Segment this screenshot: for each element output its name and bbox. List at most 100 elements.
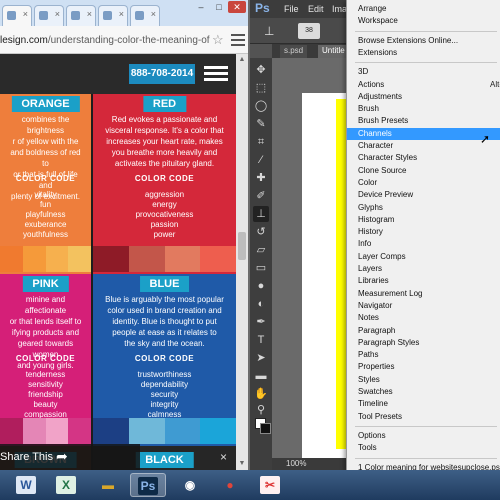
minimize-icon[interactable]: –	[194, 2, 208, 12]
tab-close-icon[interactable]: ×	[151, 9, 156, 19]
type-tool-icon[interactable]: T	[253, 332, 269, 348]
ps-doc-tab[interactable]: s.psd	[280, 45, 308, 58]
share-arrow-icon[interactable]: ➦	[56, 448, 68, 465]
menu-item-browse-extensions-online[interactable]: Browse Extensions Online...	[347, 35, 500, 47]
background-color-swatch[interactable]	[260, 423, 271, 434]
menu-item-tools[interactable]: Tools	[347, 442, 500, 454]
ps-menu-edit[interactable]: Edit	[308, 4, 324, 14]
eraser-tool-icon[interactable]: ▱	[253, 242, 269, 258]
pen-tool-icon[interactable]: ✒	[253, 314, 269, 330]
menu-item-clone-source[interactable]: Clone Source	[347, 165, 500, 177]
scroll-up-icon[interactable]: ▲	[236, 54, 248, 66]
menu-item-history[interactable]: History	[347, 226, 500, 238]
menu-item-layer-comps[interactable]: Layer Comps	[347, 251, 500, 263]
crop-tool-icon[interactable]: ⌗	[253, 134, 269, 150]
brush-tool-icon[interactable]: ✐	[253, 188, 269, 204]
taskbar-obs-icon[interactable]: ◉	[172, 473, 208, 497]
gradient-tool-icon[interactable]: ▭	[253, 260, 269, 276]
menu-item-character-styles[interactable]: Character Styles	[347, 152, 500, 164]
menu-item-tool-presets[interactable]: Tool Presets	[347, 411, 500, 423]
hand-tool-icon[interactable]: ✋	[253, 386, 269, 402]
menu-item-libraries[interactable]: Libraries	[347, 275, 500, 287]
dodge-tool-icon[interactable]: ◐	[253, 296, 269, 312]
zoom-level[interactable]: 100%	[286, 459, 306, 468]
ps-doc-tab-active[interactable]: Untitle	[318, 45, 349, 58]
path-select-tool-icon[interactable]: ➤	[253, 350, 269, 366]
menu-item-workspace[interactable]: Workspace	[347, 15, 500, 27]
bookmark-star-icon[interactable]: ☆	[212, 32, 224, 48]
close-window-icon[interactable]: ✕	[228, 1, 246, 13]
menu-item-navigator[interactable]: Navigator	[347, 300, 500, 312]
taskbar-excel-icon[interactable]: X	[48, 473, 84, 497]
menu-item-label: Brush Presets	[358, 116, 409, 126]
menu-item-paragraph-styles[interactable]: Paragraph Styles	[347, 337, 500, 349]
scroll-thumb[interactable]	[238, 232, 246, 260]
menu-item-arrange[interactable]: Arrange	[347, 3, 500, 15]
lasso-tool-icon[interactable]: ◯	[253, 98, 269, 114]
taskbar-photoshop-icon[interactable]: Ps	[130, 473, 166, 497]
menu-item-brush[interactable]: Brush	[347, 103, 500, 115]
menu-item-label: Color	[358, 177, 378, 187]
url-text[interactable]: lesign.com/understanding-color-the-meani…	[0, 32, 210, 50]
healing-tool-icon[interactable]: ✚	[253, 170, 269, 186]
menu-item-3d[interactable]: 3D	[347, 66, 500, 78]
browser-tab[interactable]: ×	[66, 5, 96, 26]
eyedropper-tool-icon[interactable]: ⁄	[253, 152, 269, 168]
browser-tab[interactable]: ×	[34, 5, 64, 26]
stamp-tool-icon[interactable]: ⊥	[264, 24, 274, 38]
blur-tool-icon[interactable]: ●	[253, 278, 269, 294]
share-close-icon[interactable]: ×	[220, 450, 227, 464]
menu-item-extensions[interactable]: Extensions	[347, 47, 500, 59]
hamburger-menu-icon[interactable]	[204, 63, 228, 85]
taskbar-word-icon[interactable]: W	[8, 473, 44, 497]
maximize-icon[interactable]: □	[212, 2, 226, 12]
taskbar-chrome-icon[interactable]: ●	[212, 473, 248, 497]
scroll-down-icon[interactable]: ▼	[236, 458, 248, 470]
menu-item-timeline[interactable]: Timeline	[347, 398, 500, 410]
taskbar-explorer-icon[interactable]: ▬	[90, 473, 126, 497]
menu-item-options[interactable]: Options	[347, 430, 500, 442]
browser-menu-icon[interactable]	[231, 31, 245, 47]
menu-item-device-preview[interactable]: Device Preview	[347, 189, 500, 201]
tab-close-icon[interactable]: ×	[87, 9, 92, 19]
share-bar[interactable]: Share This ➦	[0, 444, 140, 470]
menu-item-paragraph[interactable]: Paragraph	[347, 325, 500, 337]
menu-item-brush-presets[interactable]: Brush Presets	[347, 115, 500, 127]
menu-item-adjustments[interactable]: Adjustments	[347, 91, 500, 103]
move-tool-icon[interactable]: ✥	[253, 62, 269, 78]
brush-size-picker[interactable]: 38	[298, 23, 320, 39]
menu-item-color[interactable]: Color	[347, 177, 500, 189]
menu-item-layers[interactable]: Layers	[347, 263, 500, 275]
taskbar-snipping-icon[interactable]: ✂	[252, 473, 288, 497]
shape-tool-icon[interactable]: ▬	[253, 368, 269, 384]
menu-item-swatches[interactable]: Swatches	[347, 386, 500, 398]
menu-item-styles[interactable]: Styles	[347, 374, 500, 386]
browser-tab[interactable]: ×	[130, 5, 160, 26]
tab-close-icon[interactable]: ×	[119, 9, 124, 19]
menu-item-measurement-log[interactable]: Measurement Log	[347, 288, 500, 300]
menu-item-notes[interactable]: Notes	[347, 312, 500, 324]
menu-item-character[interactable]: Character	[347, 140, 500, 152]
marquee-tool-icon[interactable]: ⬚	[253, 80, 269, 96]
menu-item-properties[interactable]: Properties	[347, 361, 500, 373]
menu-item-info[interactable]: Info	[347, 238, 500, 250]
color-panel-pink: PINK minine and affectionate or that lend…	[0, 274, 91, 446]
menu-item-actions[interactable]: Actions Alt-	[347, 79, 500, 91]
clone-stamp-tool-icon[interactable]: ⊥	[253, 206, 269, 222]
browser-tab[interactable]: ×	[2, 5, 32, 26]
menu-item-channels[interactable]: Channels	[347, 127, 500, 140]
tab-close-icon[interactable]: ×	[55, 9, 60, 19]
address-bar[interactable]: lesign.com/understanding-color-the-meani…	[0, 26, 248, 54]
menu-item-histogram[interactable]: Histogram	[347, 214, 500, 226]
ps-menu-file[interactable]: File	[284, 4, 299, 14]
browser-tab[interactable]: ×	[98, 5, 128, 26]
tab-close-icon[interactable]: ×	[23, 9, 28, 19]
quick-select-tool-icon[interactable]: ✎	[253, 116, 269, 132]
zoom-tool-icon[interactable]: ⚲	[253, 402, 269, 418]
menu-item-paths[interactable]: Paths	[347, 349, 500, 361]
history-brush-tool-icon[interactable]: ↺	[253, 224, 269, 240]
browser-scrollbar[interactable]: ▲ ▼	[236, 54, 248, 470]
phone-number-button[interactable]: 888-708-2014	[129, 64, 195, 84]
panel-description: combines the brightness r of yellow with…	[10, 115, 81, 201]
menu-item-glyphs[interactable]: Glyphs	[347, 202, 500, 214]
